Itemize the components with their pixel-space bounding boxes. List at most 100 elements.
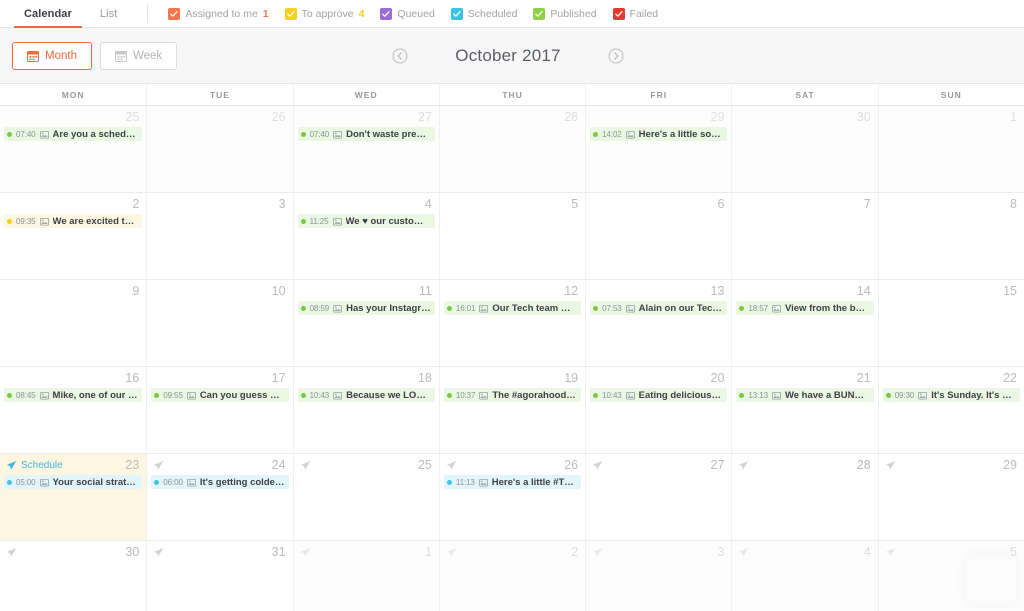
legend-item-assigned-to-me[interactable]: Assigned to me 1: [160, 7, 276, 20]
paper-plane-icon[interactable]: [592, 547, 603, 558]
paper-plane-icon[interactable]: [446, 547, 457, 558]
day-cell[interactable]: 20 10:43 Eating delicious cakes w...: [585, 367, 732, 454]
event-title: View from the beach ho...: [784, 302, 870, 314]
checkbox-checked-icon[interactable]: [612, 7, 625, 20]
tab-list[interactable]: List: [86, 0, 132, 27]
paper-plane-icon[interactable]: [885, 460, 896, 471]
paper-plane-icon[interactable]: [885, 547, 896, 558]
day-cell[interactable]: 25: [292, 454, 439, 541]
calendar-event[interactable]: 11:13 Here's a little #TBT to E...: [443, 475, 582, 489]
calendar-event[interactable]: 07:40 Don't waste precious ti...: [297, 127, 435, 141]
chevron-right-circle-icon[interactable]: [608, 48, 624, 64]
calendar-event[interactable]: 16:01 Our Tech team working ...: [443, 301, 582, 315]
day-cell[interactable]: 12 16:01 Our Tech team working ...: [438, 280, 586, 367]
day-cell[interactable]: 13 07:53 Alain on our Tech team ...: [585, 280, 732, 367]
day-cell[interactable]: 25 07:40 Are you a scheduler or a...: [0, 106, 147, 193]
day-cell[interactable]: 29: [877, 454, 1024, 541]
day-cell-header: 9: [0, 284, 146, 298]
day-cell[interactable]: 2: [438, 541, 586, 611]
day-cell[interactable]: 4 11:25 We ♥ our customers!: [292, 193, 439, 280]
day-cell[interactable]: 1: [292, 541, 439, 611]
day-cell[interactable]: 18 10:43 Because we LOVE our cli...: [292, 367, 439, 454]
paper-plane-icon[interactable]: [6, 547, 17, 558]
floating-action-button[interactable]: [966, 555, 1016, 605]
month-view-button[interactable]: Month: [12, 41, 92, 70]
tab-calendar[interactable]: Calendar: [10, 0, 86, 28]
paper-plane-icon[interactable]: [592, 460, 603, 471]
calendar-event[interactable]: 09:35 We are excited to prese...: [4, 214, 143, 228]
day-cell[interactable]: 17 09:55 Can you guess which wi...: [146, 367, 293, 454]
calendar-event[interactable]: 18:57 View from the beach ho...: [736, 301, 874, 315]
day-cell[interactable]: 3: [585, 541, 732, 611]
day-cell[interactable]: 14 18:57 View from the beach ho...: [731, 280, 878, 367]
day-cell[interactable]: 5: [438, 193, 586, 280]
calendar-event[interactable]: 05:00 Your social strategy reli...: [4, 475, 143, 489]
day-cell[interactable]: 11 08:59 Has your Instagram foll...: [292, 280, 439, 367]
paper-plane-icon[interactable]: [300, 547, 311, 558]
paper-plane-icon[interactable]: [446, 460, 457, 471]
day-cell[interactable]: 30: [0, 541, 146, 611]
calendar-event[interactable]: 10:37 The #agorahoodies are ...: [443, 388, 582, 402]
day-cell[interactable]: 2 09:35 We are excited to prese...: [0, 193, 147, 280]
calendar-event[interactable]: 07:53 Alain on our Tech team ...: [590, 301, 728, 315]
checkbox-checked-icon[interactable]: [450, 7, 463, 20]
calendar-event[interactable]: 09:30 It's Sunday. It's #Funday!: [882, 388, 1020, 402]
day-cell[interactable]: 8: [877, 193, 1024, 280]
calendar-event[interactable]: 09:55 Can you guess which wi...: [151, 388, 289, 402]
day-cell[interactable]: Schedule 23 05:00 Your social strategy reli…: [0, 454, 147, 541]
calendar-event[interactable]: 06:00 It's getting colder in Eur...: [151, 475, 289, 489]
day-cell[interactable]: 26: [146, 106, 293, 193]
paper-plane-icon[interactable]: [738, 547, 749, 558]
calendar-event[interactable]: 14:02 Here's a little somethin...: [590, 127, 728, 141]
day-cell[interactable]: 16 08:45 Mike, one of our Custo...: [0, 367, 147, 454]
day-cell[interactable]: 31: [146, 541, 292, 611]
paper-plane-icon[interactable]: [300, 460, 311, 471]
day-cell[interactable]: 28: [731, 454, 878, 541]
paper-plane-icon[interactable]: [153, 547, 164, 558]
checkbox-checked-icon[interactable]: [533, 7, 546, 20]
calendar-event[interactable]: 08:45 Mike, one of our Custo...: [4, 388, 143, 402]
calendar-event[interactable]: 13:13 We have a BUNCH of So...: [736, 388, 874, 402]
day-cell[interactable]: 27 07:40 Don't waste precious ti...: [292, 106, 439, 193]
legend-item-queued[interactable]: Queued: [372, 7, 442, 20]
calendar-event[interactable]: 10:43 Eating delicious cakes w...: [590, 388, 728, 402]
chevron-left-circle-icon[interactable]: [392, 48, 408, 64]
paper-plane-icon[interactable]: [738, 460, 749, 471]
day-cell[interactable]: 19 10:37 The #agorahoodies are ...: [438, 367, 586, 454]
day-cell[interactable]: 4: [731, 541, 878, 611]
day-cell[interactable]: 24 06:00 It's getting colder in Eur...: [146, 454, 293, 541]
checkbox-checked-icon[interactable]: [284, 7, 297, 20]
day-cell[interactable]: 7: [731, 193, 878, 280]
checkbox-checked-icon[interactable]: [168, 7, 181, 20]
legend-item-failed[interactable]: Failed: [605, 7, 667, 20]
legend-item-scheduled[interactable]: Scheduled: [443, 7, 526, 20]
day-cell[interactable]: 9: [0, 280, 147, 367]
day-cell[interactable]: 28: [438, 106, 586, 193]
image-attachment-icon: [771, 391, 781, 400]
legend-item-published[interactable]: Published: [525, 7, 604, 20]
calendar-event[interactable]: 11:25 We ♥ our customers!: [297, 214, 435, 228]
calendar-event[interactable]: 08:59 Has your Instagram foll...: [297, 301, 435, 315]
day-cell[interactable]: 3: [146, 193, 293, 280]
paper-plane-icon[interactable]: [153, 460, 164, 471]
day-number: 7: [863, 196, 871, 211]
schedule-link[interactable]: Schedule: [6, 460, 63, 471]
day-cell[interactable]: 22 09:30 It's Sunday. It's #Funday!: [877, 367, 1024, 454]
day-cell[interactable]: 21 13:13 We have a BUNCH of So...: [731, 367, 878, 454]
day-cell[interactable]: 10: [146, 280, 293, 367]
calendar-grid: 2507:40Are you a scheduler or a...262707…: [0, 106, 1024, 611]
checkbox-checked-icon[interactable]: [380, 7, 393, 20]
calendar-event[interactable]: 07:40 Are you a scheduler or a...: [4, 127, 143, 141]
legend-item-to-approve[interactable]: To approve 4: [277, 7, 373, 20]
event-title: Alain on our Tech team ...: [638, 302, 724, 314]
week-view-button[interactable]: Week: [99, 41, 178, 70]
day-cell[interactable]: 29 14:02 Here's a little somethin...: [585, 106, 732, 193]
day-cell[interactable]: 26 11:13 Here's a little #TBT to E...: [438, 454, 586, 541]
day-cell[interactable]: 27: [585, 454, 732, 541]
calendar-event[interactable]: 10:43 Because we LOVE our cli...: [297, 388, 435, 402]
day-cell[interactable]: 30: [731, 106, 878, 193]
day-cell[interactable]: 6: [585, 193, 732, 280]
day-cell[interactable]: 1: [877, 106, 1024, 193]
event-list: 08:59 Has your Instagram foll...: [294, 298, 439, 315]
day-cell[interactable]: 15: [877, 280, 1024, 367]
